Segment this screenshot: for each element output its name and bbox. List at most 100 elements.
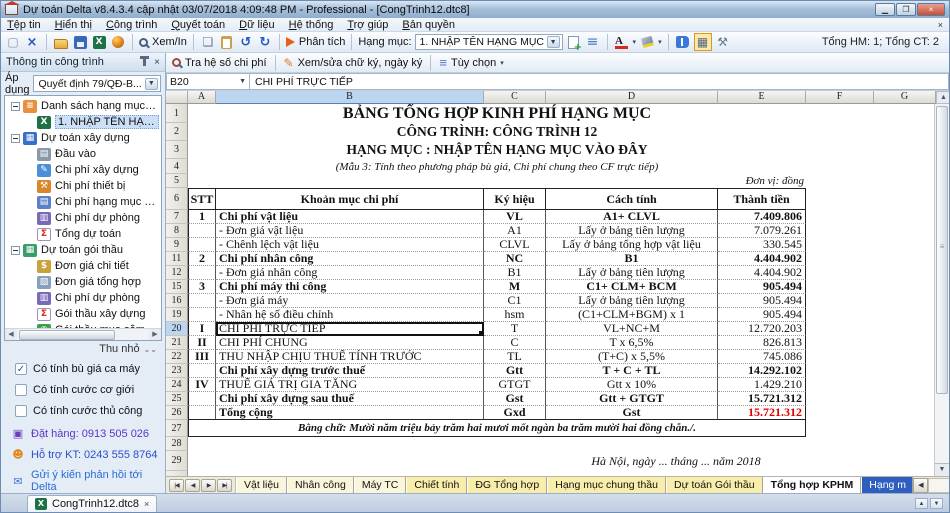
menu-tệp-tin[interactable]: Tệp tin (7, 19, 41, 31)
row-header-15[interactable]: 15 (166, 280, 188, 294)
tree-item--u-v-o[interactable]: ▤Đầu vào (5, 146, 161, 162)
first-sheet-icon[interactable]: |◀ (169, 479, 184, 492)
tree-item-t-ng-d-to-n[interactable]: ΣTổng dự toán (5, 226, 161, 242)
copy-icon[interactable] (200, 34, 216, 50)
excel-export-icon[interactable]: X (93, 36, 106, 49)
tab-horizontal-scrollbar[interactable]: ◀ ▶ (913, 477, 950, 493)
row-header-7[interactable]: 7 (166, 210, 188, 224)
checkbox-icon[interactable] (15, 405, 27, 417)
scrollbar-thumb[interactable] (936, 106, 948, 394)
cell-D16[interactable]: Lấy ở bảng tiên lượng (546, 294, 718, 308)
row-header-26[interactable]: 26 (166, 406, 188, 420)
cell-D23[interactable]: T + C + TL (546, 364, 718, 378)
close-button[interactable]: × (917, 3, 945, 16)
sheet-tab-t-ng-h-p-kphm[interactable]: Tổng hợp KPHM (763, 477, 862, 493)
col-header-E[interactable]: E (718, 91, 806, 104)
cell-A9[interactable] (188, 238, 216, 252)
col-header-G[interactable]: G (874, 91, 936, 104)
cell-B23[interactable]: Chi phí xây dựng trước thuế (216, 364, 484, 378)
tree-item-chi-ph-thi-t-b-[interactable]: ⚒Chi phí thiết bị (5, 178, 161, 194)
signature-button[interactable]: ✎ Xem/sửa chữ ký, ngày ký (284, 56, 423, 70)
cell-B15[interactable]: Chi phí máy thi công (216, 280, 484, 294)
tree-item-chi-ph-x-y-d-ng[interactable]: ✎Chi phí xây dựng (5, 162, 161, 178)
cell-A19[interactable] (188, 308, 216, 322)
cell-C24[interactable]: GTGT (484, 378, 546, 392)
book-icon[interactable] (676, 36, 689, 48)
link-mail[interactable]: ✉Gửi ý kiến phản hồi tới Delta (11, 469, 165, 493)
link-support[interactable]: ☻Hỗ trợ KT: 0243 555 8764 (11, 448, 165, 461)
tree-item-chi-ph-h-ng-m-c-chung[interactable]: ▤Chi phí hạng mục chung (5, 194, 161, 210)
cell-A15[interactable]: 3 (188, 280, 216, 294)
panel-close-icon[interactable]: × (154, 57, 160, 68)
menu-dữ-liệu[interactable]: Dữ liệu (239, 19, 275, 31)
cell-C15[interactable]: M (484, 280, 546, 294)
cell-D11[interactable]: B1 (546, 252, 718, 266)
sheet-tab-v-t-li-u[interactable]: Vật liệu (236, 477, 287, 493)
cell-C9[interactable]: CLVL (484, 238, 546, 252)
sheet-tab-h-ng-m[interactable]: Hạng m (861, 477, 913, 493)
tree-item-d-to-n-g-i-th-u[interactable]: ▦Dự toán gói thầu (5, 242, 161, 258)
hang-muc-dropdown[interactable]: 1. NHẬP TÊN HẠNG MỤC VÀ... ▼ (415, 34, 563, 50)
menu-hệ-thống[interactable]: Hệ thống (289, 19, 334, 31)
cell-C11[interactable]: NC (484, 252, 546, 266)
menu-quyết-toán[interactable]: Quyết toán (171, 19, 225, 31)
dropdown-arrow-icon[interactable]: ▼ (547, 36, 560, 48)
cell-B11[interactable]: Chi phí nhân công (216, 252, 484, 266)
checkbox-c-t-nh-c-c-th-c-ng[interactable]: Có tính cước thủ công (15, 405, 165, 417)
link-cart[interactable]: ▣Đặt hàng: 0913 505 026 (11, 427, 165, 440)
fill-color-icon[interactable] (640, 36, 653, 49)
row-header-9[interactable]: 9 (166, 238, 188, 252)
sheet-tab-d-to-n-g-i-th-u[interactable]: Dự toán Gói thầu (666, 477, 763, 493)
cell-A20[interactable]: I (188, 322, 216, 336)
scroll-down-icon[interactable]: ▼ (930, 498, 943, 509)
cell-A25[interactable] (188, 392, 216, 406)
next-sheet-icon[interactable]: ▶ (201, 479, 216, 492)
cell-C8[interactable]: A1 (484, 224, 546, 238)
vertical-scrollbar[interactable]: ▼ (934, 104, 949, 476)
mdi-close-icon[interactable]: × (938, 20, 943, 30)
scroll-up-icon[interactable]: ▲ (936, 91, 950, 104)
cell-B12[interactable]: - Đơn giá nhân công (216, 266, 484, 280)
cell-A11[interactable]: 2 (188, 252, 216, 266)
cell-E25[interactable]: 15.721.312 (718, 392, 806, 406)
menu-công-trình[interactable]: Công trình (106, 19, 157, 31)
row-header-12[interactable]: 12 (166, 266, 188, 280)
last-sheet-icon[interactable]: ▶| (217, 479, 232, 492)
cell-A16[interactable] (188, 294, 216, 308)
cell-E9[interactable]: 330.545 (718, 238, 806, 252)
row-header-21[interactable]: 21 (166, 336, 188, 350)
grid-view-icon[interactable] (694, 33, 712, 51)
cell-C25[interactable]: Gst (484, 392, 546, 406)
fill-color-arrow-icon[interactable]: ▾ (658, 38, 662, 46)
cell-E19[interactable]: 905.494 (718, 308, 806, 322)
row-header-8[interactable]: 8 (166, 224, 188, 238)
new-file-icon[interactable] (5, 34, 21, 50)
dropdown-arrow-icon[interactable]: ▼ (145, 78, 158, 90)
sheet-tab-nh-n-c-ng[interactable]: Nhân công (287, 477, 354, 493)
cell-E15[interactable]: 905.494 (718, 280, 806, 294)
cell-A21[interactable]: II (188, 336, 216, 350)
cell-E16[interactable]: 905.494 (718, 294, 806, 308)
add-item-icon[interactable] (568, 36, 579, 49)
cell-D26[interactable]: Gst (546, 406, 718, 420)
row-header-blank[interactable] (166, 471, 188, 476)
cell-A24[interactable]: IV (188, 378, 216, 392)
cell-C26[interactable]: Gxd (484, 406, 546, 420)
redo-icon[interactable] (257, 34, 273, 50)
row-header-3[interactable]: 3 (166, 141, 188, 159)
ap-dung-dropdown[interactable]: Quyết định 79/QĐ-B... ▼ (33, 75, 160, 92)
cell-B22[interactable]: THU NHẬP CHỊU THUẾ TÍNH TRƯỚC (216, 350, 484, 364)
cell-C21[interactable]: C (484, 336, 546, 350)
coefficient-lookup-button[interactable]: Tra hệ số chi phí (172, 57, 267, 69)
col-header-A[interactable]: A (188, 91, 216, 104)
cell-B9[interactable]: - Chênh lệch vật liệu (216, 238, 484, 252)
cell-D22[interactable]: (T+C) x 5,5% (546, 350, 718, 364)
header-cell-tien[interactable]: Thành tiền (718, 188, 806, 210)
checkbox-c-t-nh-b-gi-ca-m-y[interactable]: ✓Có tính bù giá ca máy (15, 363, 165, 375)
row-header-29[interactable]: 29 (166, 451, 188, 471)
cell-C7[interactable]: VL (484, 210, 546, 224)
cell-B7[interactable]: Chi phí vật liệu (216, 210, 484, 224)
tree-item--n-gi-t-ng-h-p[interactable]: ▧Đơn giá tổng hợp (5, 274, 161, 290)
cell-C20[interactable]: T (484, 322, 546, 336)
cell-A8[interactable] (188, 224, 216, 238)
